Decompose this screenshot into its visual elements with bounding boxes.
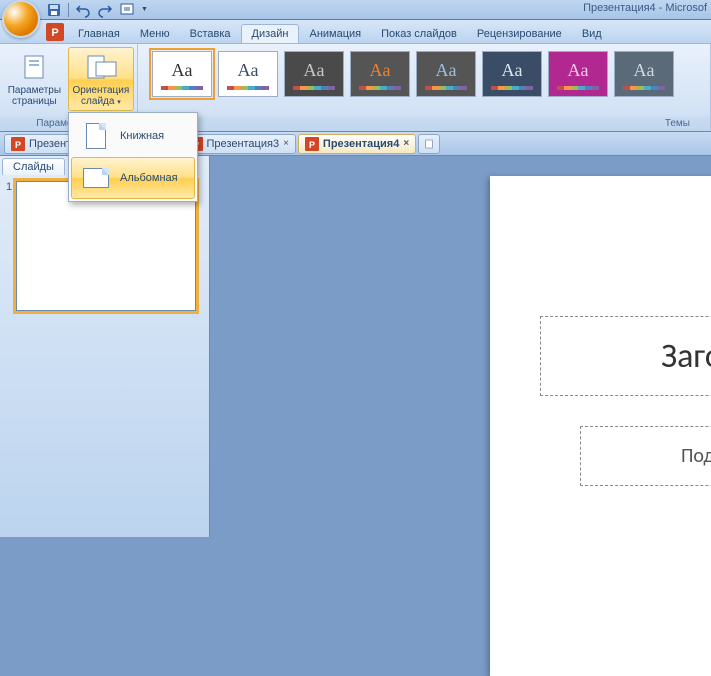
powerpoint-icon: P bbox=[46, 23, 64, 41]
svg-text:P: P bbox=[51, 27, 58, 39]
theme-thumbnail[interactable]: Aa bbox=[152, 51, 212, 97]
theme-thumbnail[interactable]: Aa bbox=[350, 51, 410, 97]
close-icon[interactable]: × bbox=[403, 138, 409, 149]
subtitle-placeholder[interactable]: Под bbox=[580, 426, 711, 486]
ribbon-tab-показ слайдов[interactable]: Показ слайдов bbox=[371, 25, 467, 43]
orientation-portrait-item[interactable]: Книжная bbox=[71, 115, 195, 157]
ribbon-tab-меню[interactable]: Меню bbox=[130, 25, 180, 43]
slide-orientation-button[interactable]: Ориентация слайда ▾ bbox=[68, 47, 134, 111]
office-button[interactable] bbox=[2, 0, 40, 38]
svg-text:P: P bbox=[15, 140, 21, 150]
theme-thumbnail[interactable]: Aa bbox=[614, 51, 674, 97]
new-doc-icon bbox=[425, 137, 433, 151]
orientation-icon bbox=[85, 52, 117, 82]
title-bar: ▼ Презентация4 - Microsof bbox=[0, 0, 711, 20]
tab-label: Презентация4 bbox=[323, 138, 399, 150]
ribbon-tab-вид[interactable]: Вид bbox=[572, 25, 612, 43]
page-setup-button[interactable]: Параметры страницы bbox=[3, 47, 66, 110]
ribbon-tabs: P ГлавнаяМенюВставкаДизайнАнимацияПоказ … bbox=[0, 20, 711, 44]
undo-icon[interactable] bbox=[75, 2, 91, 18]
quick-access-toolbar: ▼ bbox=[46, 2, 148, 18]
document-tab[interactable]: PПрезентация3× bbox=[182, 134, 296, 154]
page-setup-label: Параметры страницы bbox=[8, 85, 61, 107]
qat-customize-icon[interactable] bbox=[119, 2, 135, 18]
powerpoint-icon: P bbox=[11, 137, 25, 151]
theme-thumbnail[interactable]: Aa bbox=[284, 51, 344, 97]
orientation-menu: Книжная Альбомная bbox=[68, 112, 198, 202]
tab-label: Презент bbox=[29, 138, 71, 150]
ribbon-tab-главная[interactable]: Главная bbox=[68, 25, 130, 43]
orientation-landscape-item[interactable]: Альбомная bbox=[71, 157, 195, 199]
theme-thumbnail[interactable]: Aa bbox=[218, 51, 278, 97]
theme-thumbnail[interactable]: Aa bbox=[482, 51, 542, 97]
chevron-down-icon: ▾ bbox=[117, 99, 121, 106]
powerpoint-icon: P bbox=[305, 137, 319, 151]
slide-canvas[interactable]: Заго Под bbox=[490, 176, 711, 676]
ribbon-group-label: Темы bbox=[138, 117, 710, 131]
ribbon-tab-рецензирование[interactable]: Рецензирование bbox=[467, 25, 572, 43]
tab-label: Презентация3 bbox=[207, 138, 280, 150]
landscape-icon bbox=[80, 164, 112, 192]
ribbon-tab-дизайн[interactable]: Дизайн bbox=[241, 24, 300, 43]
page-setup-icon bbox=[20, 53, 48, 81]
ribbon-group-themes: AaAaAaAaAaAaAaAa Темы bbox=[138, 44, 711, 131]
menu-item-label: Книжная bbox=[120, 130, 164, 142]
document-tab[interactable]: P Презентация4 × bbox=[298, 134, 416, 154]
slides-tab[interactable]: Слайды bbox=[2, 158, 65, 175]
svg-text:P: P bbox=[309, 140, 315, 150]
theme-thumbnail[interactable]: Aa bbox=[416, 51, 476, 97]
app-title: Презентация4 - Microsof bbox=[583, 2, 707, 14]
menu-item-label: Альбомная bbox=[120, 172, 178, 184]
chevron-down-icon[interactable]: ▼ bbox=[141, 6, 148, 13]
theme-thumbnail[interactable]: Aa bbox=[548, 51, 608, 97]
title-placeholder[interactable]: Заго bbox=[540, 316, 711, 396]
orientation-label: Ориентация слайда ▾ bbox=[73, 85, 130, 108]
slides-panel: Слайды 1 bbox=[0, 156, 210, 537]
slide-number: 1 bbox=[6, 181, 12, 311]
save-icon[interactable] bbox=[46, 2, 62, 18]
portrait-icon bbox=[80, 122, 112, 150]
ribbon-tab-вставка[interactable]: Вставка bbox=[180, 25, 241, 43]
close-icon[interactable]: × bbox=[283, 138, 289, 149]
redo-icon[interactable] bbox=[97, 2, 113, 18]
new-document-tab[interactable] bbox=[418, 134, 440, 154]
themes-gallery: AaAaAaAaAaAaAaAa bbox=[146, 47, 680, 101]
ribbon-tab-анимация[interactable]: Анимация bbox=[299, 25, 371, 43]
slide-editor: Заго Под bbox=[210, 156, 711, 537]
